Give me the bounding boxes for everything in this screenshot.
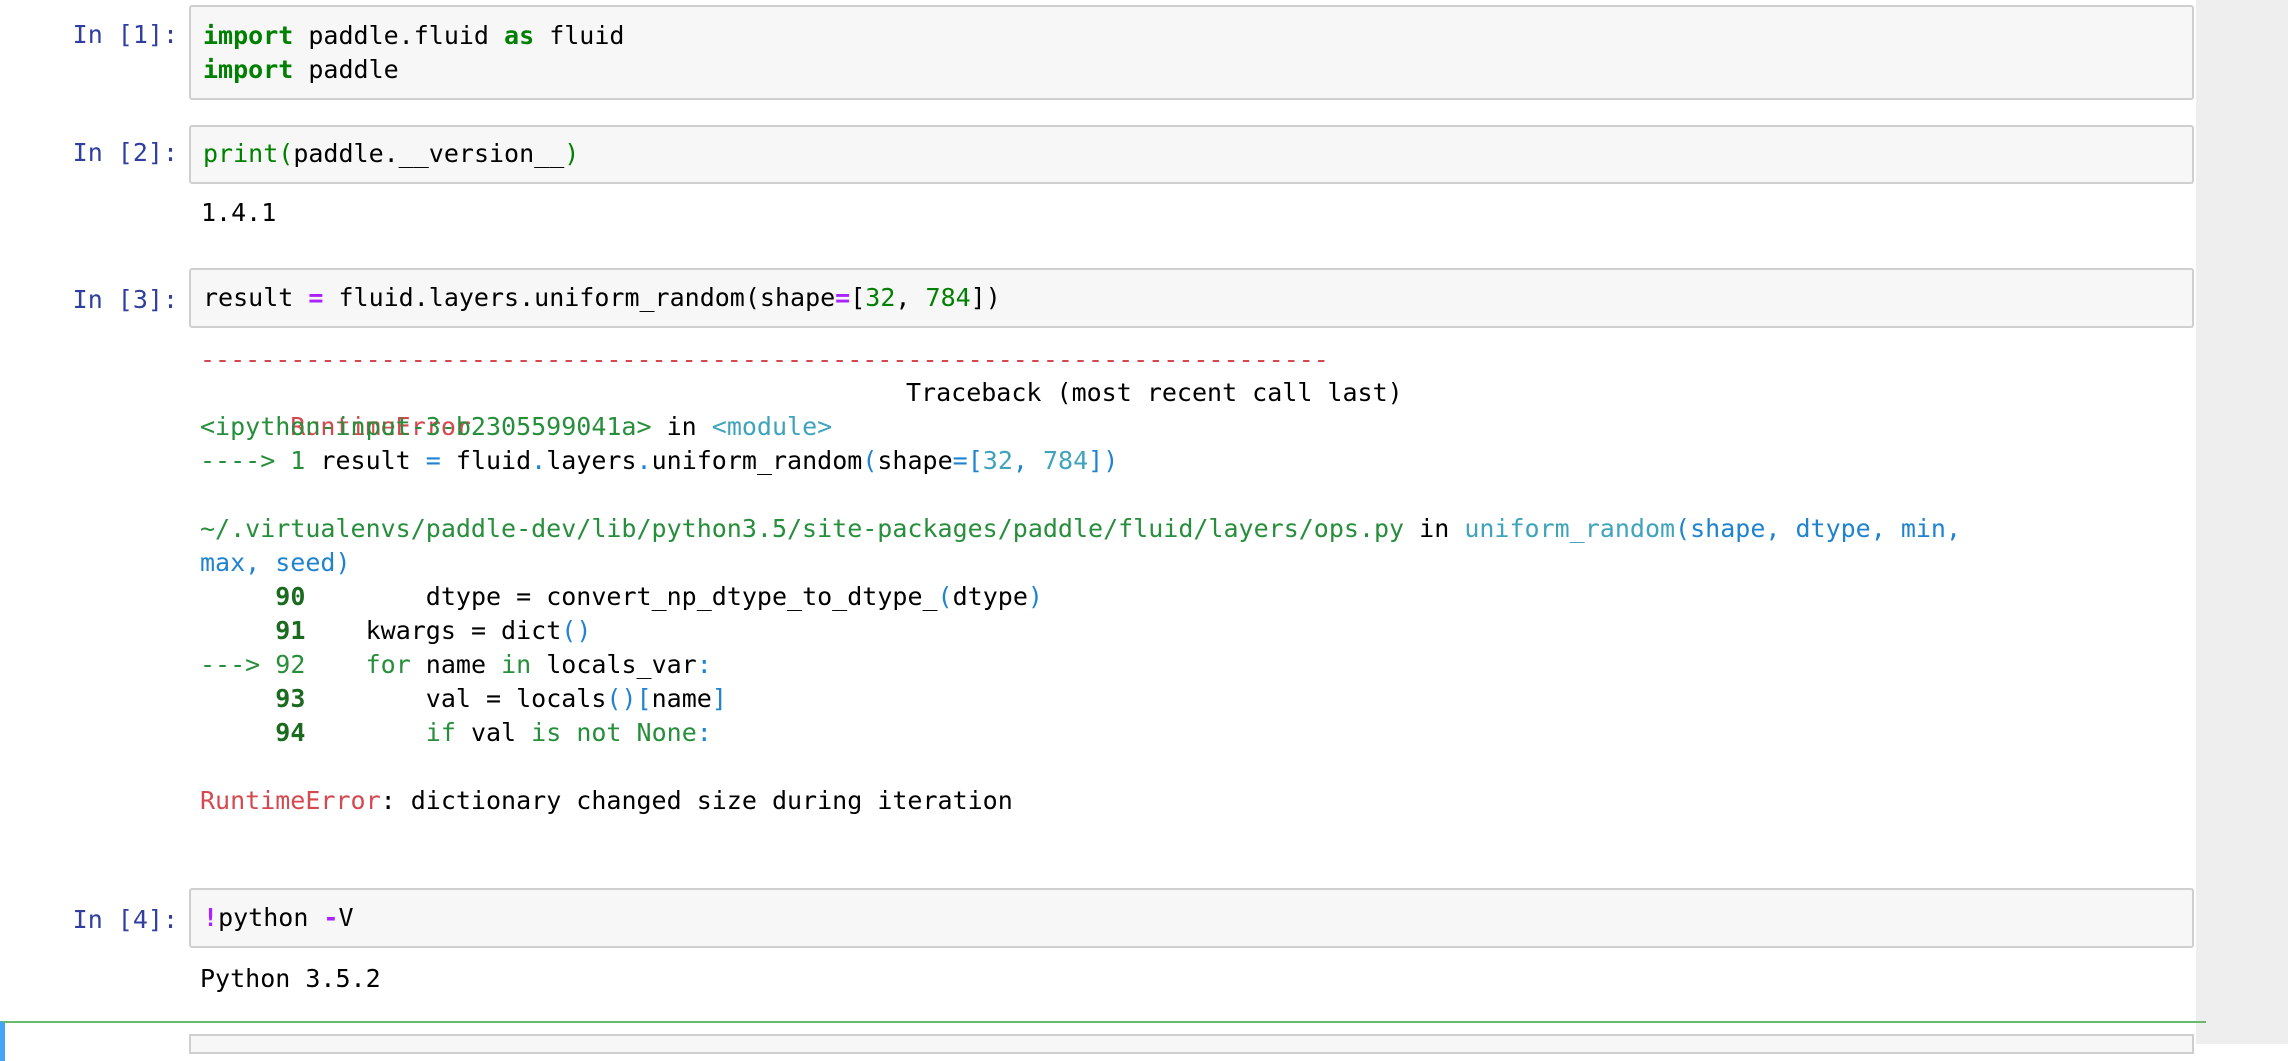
input-prompt: In [3]: [72,285,178,314]
code-line: result = fluid.layers.uniform_random(sha… [203,283,1001,312]
code-input[interactable]: result = fluid.layers.uniform_random(sha… [189,268,2194,328]
traceback-code-line: 91 kwargs = dict() [275,616,592,645]
traceback-signature-cont: max, seed) [200,548,351,577]
code-line: !python -V [203,903,354,932]
code-line: import paddle.fluid as fluid [203,21,625,50]
input-prompt: In [2]: [72,138,178,167]
traceback-file-line: ~/.virtualenvs/paddle-dev/lib/python3.5/… [200,514,1962,543]
code-input[interactable] [189,1034,2194,1054]
code-line: import paddle [203,55,399,84]
cell-output: 1.4.1 [201,198,277,227]
input-prompt: In [4]: [72,905,178,934]
traceback-code-line: 90 dtype = convert_np_dtype_to_dtype_(dt… [275,582,1043,611]
traceback-code-line: 93 val = locals()[name] [275,684,727,713]
code-input[interactable]: !python -V [189,888,2194,948]
cell-output: Python 3.5.2 [200,964,381,993]
traceback-separator: ----------------------------------------… [200,345,1329,374]
traceback-arrow-line: ----> 1 result = fluid.layers.uniform_ra… [200,446,1119,475]
traceback-code-line: 94 if val is not None: [275,718,712,747]
traceback-frame-ref: <ipython-input-3-b2305599041a> in <modul… [200,412,833,441]
traceback-current-line: ---> 92 for name in locals_var: [200,650,712,679]
scrollbar-track[interactable] [2196,0,2288,1044]
code-input[interactable]: print(paddle.__version__) [189,125,2194,184]
code-input[interactable]: import paddle.fluid as fluid import padd… [189,5,2194,100]
input-prompt: In [1]: [72,20,178,49]
traceback-header-right: Traceback (most recent call last) [906,378,1403,407]
error-message: RuntimeError: dictionary changed size du… [200,786,1013,815]
code-line: print(paddle.__version__) [203,139,580,168]
